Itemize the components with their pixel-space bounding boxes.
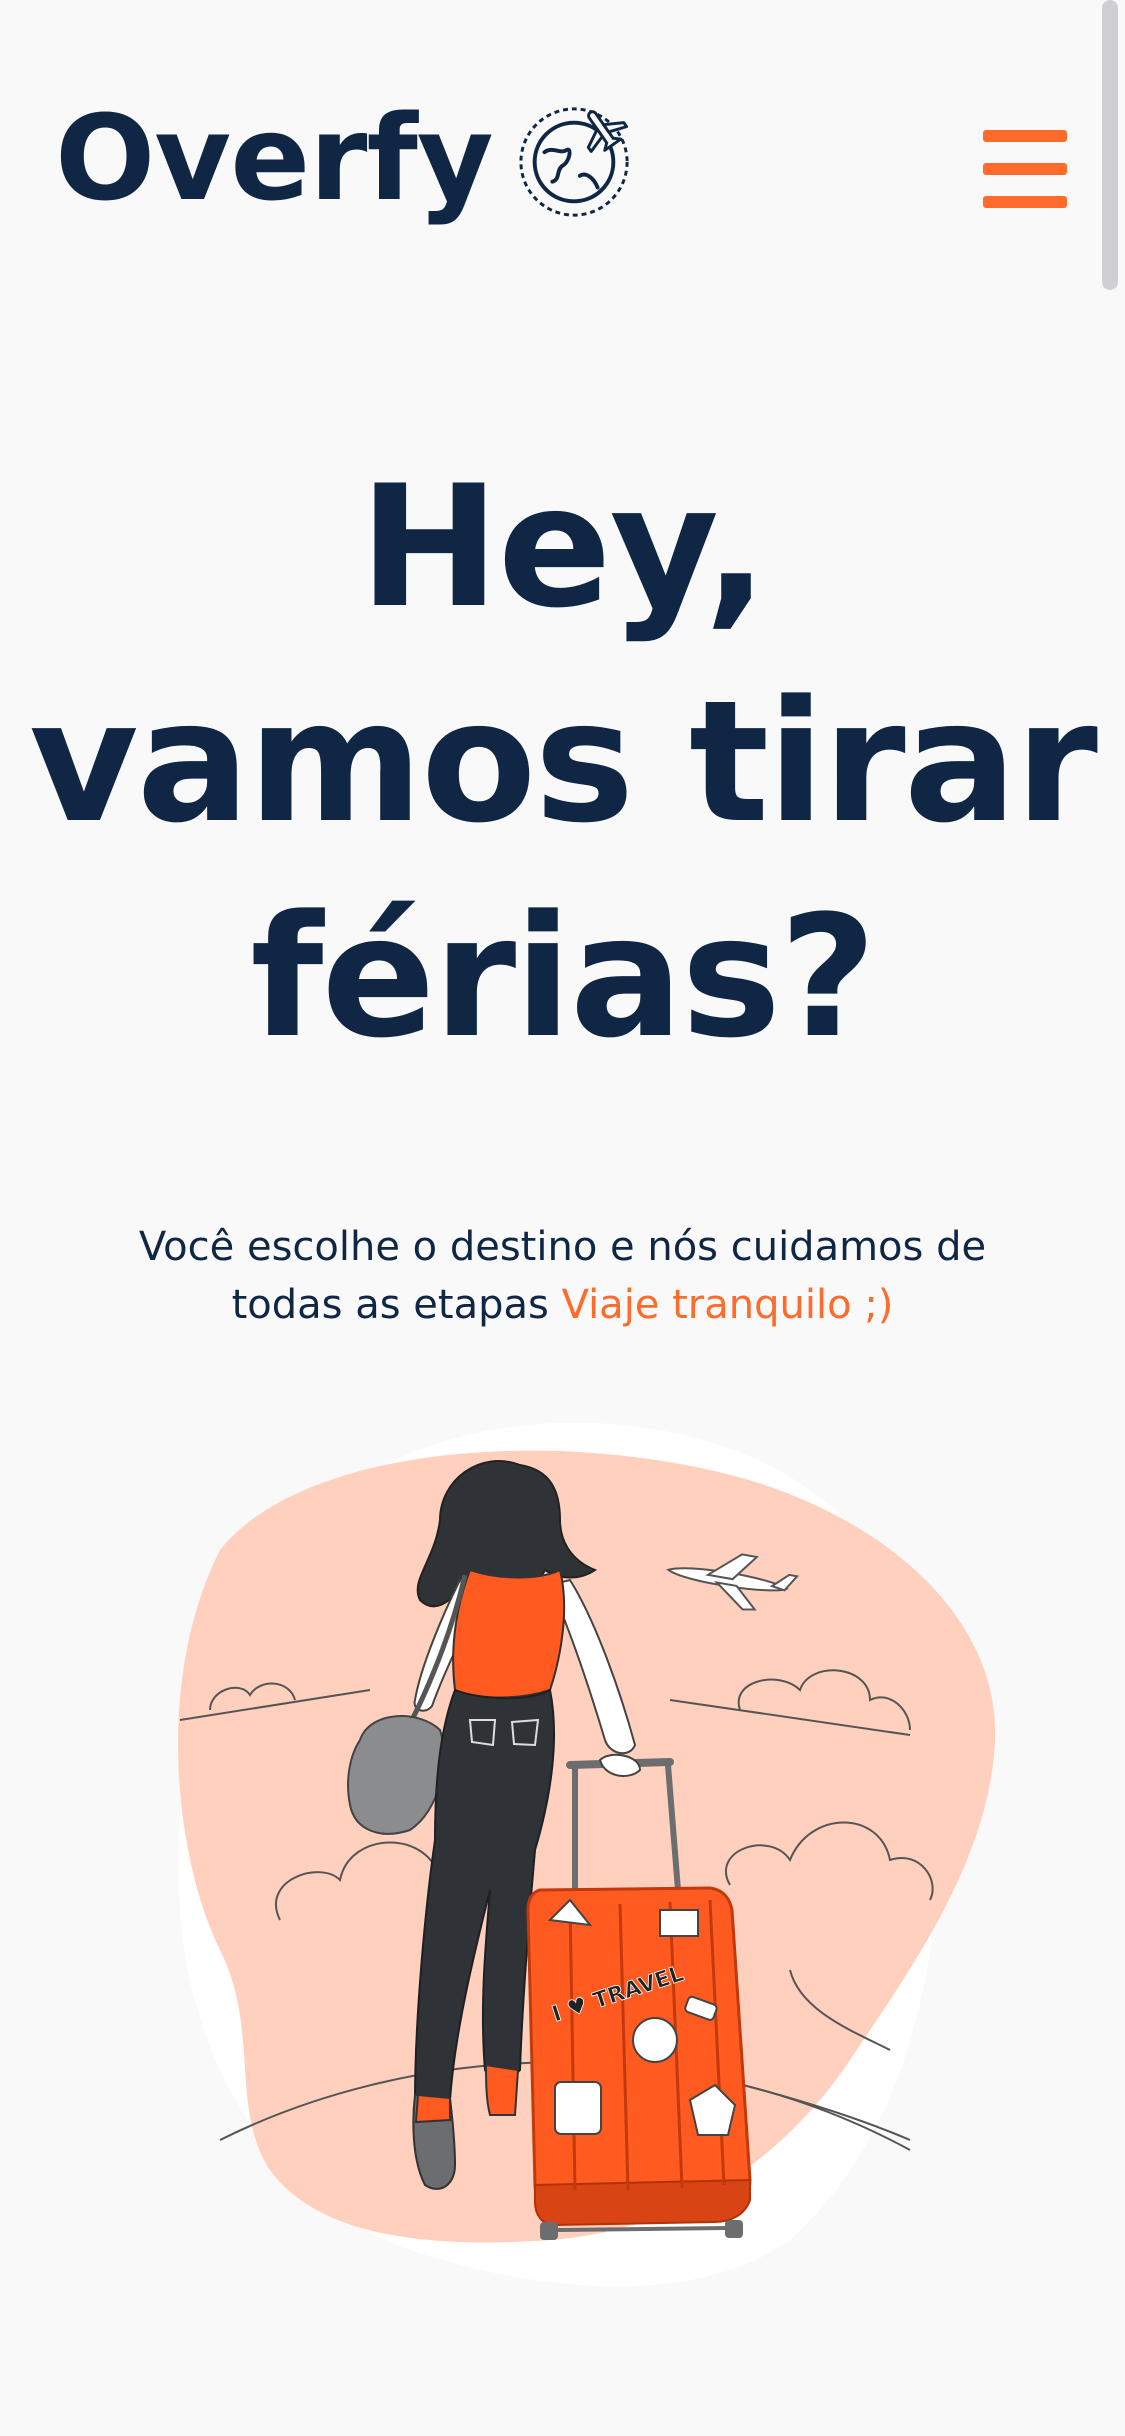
scrollbar[interactable] <box>1102 0 1118 290</box>
hero-title: Hey, vamos tirar férias? <box>0 440 1125 1085</box>
logo[interactable]: Overfy <box>55 95 633 221</box>
hamburger-menu-icon[interactable] <box>983 130 1067 208</box>
header: Overfy <box>0 0 1125 300</box>
hero-subtitle: Você escolhe o destino e nós cuidamos de… <box>60 1218 1065 1334</box>
hero-subtitle-accent: Viaje tranquilo ;) <box>561 1282 894 1328</box>
hero-title-line-2: vamos tirar <box>29 664 1098 860</box>
hero-subtitle-line-2: todas as etapas <box>231 1282 549 1328</box>
woman-with-suitcase-illustration: I ♥ TRAVEL <box>178 1422 996 2287</box>
hero-subtitle-line-1: Você escolhe o destino e nós cuidamos de <box>138 1224 987 1270</box>
logo-text: Overfy <box>55 89 494 227</box>
globe-airplane-icon <box>519 107 629 217</box>
hero-title-line-1: Hey, <box>359 449 768 645</box>
hero-title-line-3: férias? <box>250 879 876 1075</box>
